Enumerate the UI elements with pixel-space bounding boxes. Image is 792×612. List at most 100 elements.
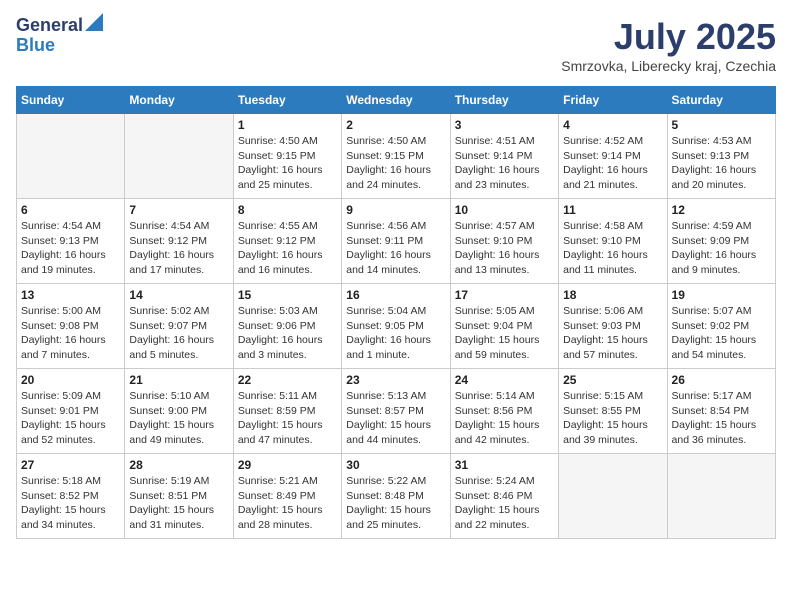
calendar-cell: 15Sunrise: 5:03 AMSunset: 9:06 PMDayligh… — [233, 284, 341, 369]
calendar-cell: 28 Sunrise: 5:19 AMSunset: 8:51 PMDayligh… — [125, 454, 233, 539]
calendar-cell: 4 Sunrise: 4:52 AMSunset: 9:14 PMDaylight… — [559, 114, 667, 199]
calendar-cell: 26 Sunrise: 5:17 AMSunset: 8:54 PMDayligh… — [667, 369, 775, 454]
day-detail: Sunrise: 4:50 AMSunset: 9:15 PMDaylight:… — [346, 134, 445, 193]
calendar-cell: 22 Sunrise: 5:11 AMSunset: 8:59 PMDayligh… — [233, 369, 341, 454]
day-number: 9 — [346, 203, 445, 217]
day-detail: Sunrise: 4:50 AMSunset: 9:15 PMDaylight:… — [238, 134, 337, 193]
day-detail: Sunrise: 5:06 AMSunset: 9:03 PMDaylight:… — [563, 304, 662, 363]
day-detail: Sunrise: 5:13 AMSunset: 8:57 PMDaylight:… — [346, 389, 445, 448]
day-number: 21 — [129, 373, 228, 387]
day-detail: Sunrise: 5:04 AMSunset: 9:05 PMDaylight:… — [346, 304, 445, 363]
day-detail: Sunrise: 5:19 AMSunset: 8:51 PMDaylight:… — [129, 474, 228, 533]
logo-icon — [85, 13, 103, 31]
day-number: 18 — [563, 288, 662, 302]
day-detail: Sunrise: 4:51 AMSunset: 9:14 PMDaylight:… — [455, 134, 554, 193]
day-detail: Sunrise: 5:15 AMSunset: 8:55 PMDaylight:… — [563, 389, 662, 448]
day-detail: Sunrise: 4:53 AMSunset: 9:13 PMDaylight:… — [672, 134, 771, 193]
day-number: 3 — [455, 118, 554, 132]
calendar-cell: 31Sunrise: 5:24 AMSunset: 8:46 PMDayligh… — [450, 454, 558, 539]
calendar-cell: 21 Sunrise: 5:10 AMSunset: 9:00 PMDayligh… — [125, 369, 233, 454]
day-detail: Sunrise: 5:24 AMSunset: 8:46 PMDaylight:… — [455, 474, 554, 533]
day-number: 28 — [129, 458, 228, 472]
day-number: 26 — [672, 373, 771, 387]
calendar: SundayMondayTuesdayWednesdayThursdayFrid… — [16, 86, 776, 539]
calendar-cell: 30 Sunrise: 5:22 AMSunset: 8:48 PMDayligh… — [342, 454, 450, 539]
weekday-header: Wednesday — [342, 87, 450, 114]
day-number: 22 — [238, 373, 337, 387]
calendar-cell: 13 Sunrise: 5:00 AMSunset: 9:08 PMDayligh… — [17, 284, 125, 369]
calendar-cell: 12Sunrise: 4:59 AMSunset: 9:09 PMDayligh… — [667, 199, 775, 284]
calendar-cell — [17, 114, 125, 199]
day-detail: Sunrise: 5:09 AMSunset: 9:01 PMDaylight:… — [21, 389, 120, 448]
day-detail: Sunrise: 5:18 AMSunset: 8:52 PMDaylight:… — [21, 474, 120, 533]
calendar-cell: 9Sunrise: 4:56 AMSunset: 9:11 PMDaylight… — [342, 199, 450, 284]
day-number: 27 — [21, 458, 120, 472]
month-title: July 2025 — [561, 16, 776, 58]
calendar-cell: 23 Sunrise: 5:13 AMSunset: 8:57 PMDayligh… — [342, 369, 450, 454]
logo-blue: Blue — [16, 35, 55, 55]
calendar-cell — [667, 454, 775, 539]
day-number: 17 — [455, 288, 554, 302]
day-detail: Sunrise: 4:52 AMSunset: 9:14 PMDaylight:… — [563, 134, 662, 193]
day-number: 8 — [238, 203, 337, 217]
location: Smrzovka, Liberecky kraj, Czechia — [561, 58, 776, 74]
day-number: 6 — [21, 203, 120, 217]
day-number: 19 — [672, 288, 771, 302]
week-row: 20Sunrise: 5:09 AMSunset: 9:01 PMDayligh… — [17, 369, 776, 454]
calendar-cell — [125, 114, 233, 199]
day-number: 4 — [563, 118, 662, 132]
day-number: 29 — [238, 458, 337, 472]
day-detail: Sunrise: 5:11 AMSunset: 8:59 PMDaylight:… — [238, 389, 337, 448]
day-detail: Sunrise: 4:54 AMSunset: 9:13 PMDaylight:… — [21, 219, 120, 278]
day-detail: Sunrise: 4:59 AMSunset: 9:09 PMDaylight:… — [672, 219, 771, 278]
day-number: 7 — [129, 203, 228, 217]
calendar-cell: 16 Sunrise: 5:04 AMSunset: 9:05 PMDayligh… — [342, 284, 450, 369]
day-detail: Sunrise: 5:21 AMSunset: 8:49 PMDaylight:… — [238, 474, 337, 533]
day-detail: Sunrise: 5:07 AMSunset: 9:02 PMDaylight:… — [672, 304, 771, 363]
calendar-cell: 18 Sunrise: 5:06 AMSunset: 9:03 PMDayligh… — [559, 284, 667, 369]
title-block: July 2025 Smrzovka, Liberecky kraj, Czec… — [561, 16, 776, 74]
day-number: 24 — [455, 373, 554, 387]
weekday-header-row: SundayMondayTuesdayWednesdayThursdayFrid… — [17, 87, 776, 114]
day-detail: Sunrise: 5:22 AMSunset: 8:48 PMDaylight:… — [346, 474, 445, 533]
calendar-cell: 19 Sunrise: 5:07 AMSunset: 9:02 PMDayligh… — [667, 284, 775, 369]
calendar-cell: 14Sunrise: 5:02 AMSunset: 9:07 PMDayligh… — [125, 284, 233, 369]
day-number: 10 — [455, 203, 554, 217]
day-detail: Sunrise: 5:14 AMSunset: 8:56 PMDaylight:… — [455, 389, 554, 448]
calendar-cell: 29 Sunrise: 5:21 AMSunset: 8:49 PMDayligh… — [233, 454, 341, 539]
day-number: 15 — [238, 288, 337, 302]
day-number: 2 — [346, 118, 445, 132]
calendar-cell: 7 Sunrise: 4:54 AMSunset: 9:12 PMDaylight… — [125, 199, 233, 284]
day-number: 25 — [563, 373, 662, 387]
calendar-cell: 5 Sunrise: 4:53 AMSunset: 9:13 PMDaylight… — [667, 114, 775, 199]
week-row: 6 Sunrise: 4:54 AMSunset: 9:13 PMDaylight… — [17, 199, 776, 284]
calendar-cell: 24 Sunrise: 5:14 AMSunset: 8:56 PMDayligh… — [450, 369, 558, 454]
weekday-header: Saturday — [667, 87, 775, 114]
day-detail: Sunrise: 4:58 AMSunset: 9:10 PMDaylight:… — [563, 219, 662, 278]
weekday-header: Friday — [559, 87, 667, 114]
day-number: 30 — [346, 458, 445, 472]
calendar-cell: 6 Sunrise: 4:54 AMSunset: 9:13 PMDaylight… — [17, 199, 125, 284]
calendar-cell: 1Sunrise: 4:50 AMSunset: 9:15 PMDaylight… — [233, 114, 341, 199]
page-header: General Blue July 2025 Smrzovka, Liberec… — [16, 16, 776, 74]
logo-general: General — [16, 16, 83, 36]
calendar-cell: 25 Sunrise: 5:15 AMSunset: 8:55 PMDayligh… — [559, 369, 667, 454]
weekday-header: Sunday — [17, 87, 125, 114]
calendar-cell: 17Sunrise: 5:05 AMSunset: 9:04 PMDayligh… — [450, 284, 558, 369]
day-number: 11 — [563, 203, 662, 217]
week-row: 27 Sunrise: 5:18 AMSunset: 8:52 PMDayligh… — [17, 454, 776, 539]
day-detail: Sunrise: 5:00 AMSunset: 9:08 PMDaylight:… — [21, 304, 120, 363]
calendar-cell: 27 Sunrise: 5:18 AMSunset: 8:52 PMDayligh… — [17, 454, 125, 539]
day-number: 13 — [21, 288, 120, 302]
logo: General Blue — [16, 16, 103, 56]
day-detail: Sunrise: 4:54 AMSunset: 9:12 PMDaylight:… — [129, 219, 228, 278]
calendar-cell: 3 Sunrise: 4:51 AMSunset: 9:14 PMDaylight… — [450, 114, 558, 199]
calendar-cell: 10Sunrise: 4:57 AMSunset: 9:10 PMDayligh… — [450, 199, 558, 284]
calendar-cell — [559, 454, 667, 539]
day-number: 23 — [346, 373, 445, 387]
day-number: 5 — [672, 118, 771, 132]
day-number: 16 — [346, 288, 445, 302]
day-detail: Sunrise: 5:10 AMSunset: 9:00 PMDaylight:… — [129, 389, 228, 448]
day-detail: Sunrise: 5:17 AMSunset: 8:54 PMDaylight:… — [672, 389, 771, 448]
day-detail: Sunrise: 4:55 AMSunset: 9:12 PMDaylight:… — [238, 219, 337, 278]
